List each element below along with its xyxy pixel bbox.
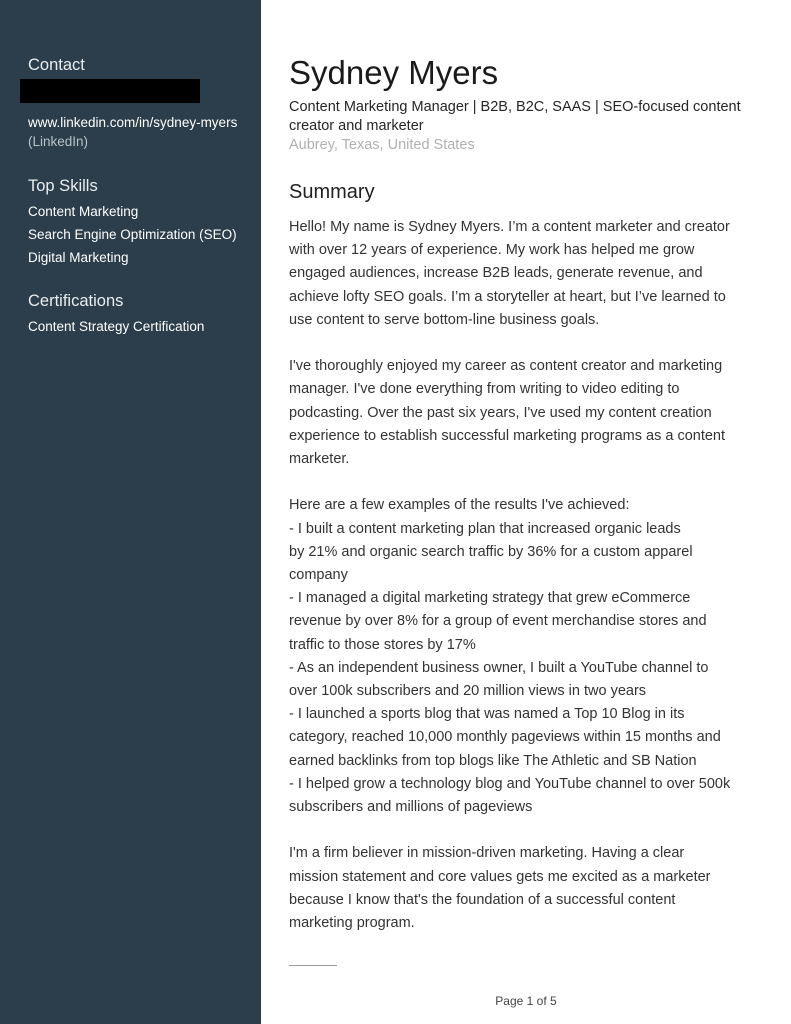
top-skills-section: Top Skills Content Marketing Search Engi… — [28, 176, 251, 269]
summary-line: marketing program. — [289, 915, 415, 932]
summary-line: traffic to those stores by 17% — [289, 636, 476, 653]
summary-line: category, reached 10,000 monthly pagevie… — [289, 729, 721, 746]
summary-paragraph: Hello! My name is Sydney Myers. I’m a co… — [289, 216, 779, 332]
summary-line: - I managed a digital marketing strategy… — [289, 590, 691, 607]
skill-item: Digital Marketing — [28, 250, 129, 265]
summary-line: subscribers and millions of pageviews — [289, 799, 533, 816]
summary-line: achieve lofty SEO goals. I’m a storytell… — [289, 288, 726, 305]
certifications-section: Certifications Content Strategy Certific… — [28, 291, 251, 338]
sidebar: Contact www.linkedin.com/in/sydney-myers… — [0, 0, 261, 1024]
section-divider — [289, 965, 337, 966]
contact-heading: Contact — [28, 56, 85, 74]
summary-line: Hello! My name is Sydney Myers. I’m a co… — [289, 219, 730, 235]
summary-line: marketer. — [289, 451, 350, 468]
summary-paragraph: I'm a firm believer in mission-driven ma… — [289, 842, 779, 935]
skill-item: Search Engine Optimization (SEO) — [28, 227, 237, 242]
summary-line: revenue by over 8% for a group of event … — [289, 613, 707, 630]
summary-paragraph: Here are a few examples of the results I… — [289, 494, 779, 819]
summary-paragraph: I've thoroughly enjoyed my career as con… — [289, 355, 779, 471]
location: Aubrey, Texas, United States — [289, 137, 475, 153]
summary-line: Here are a few examples of the results I… — [289, 497, 630, 514]
linkedin-label: (LinkedIn) — [28, 134, 89, 149]
summary-line: I'm a firm believer in mission-driven ma… — [289, 845, 685, 862]
summary-line: earned backlinks from top blogs like The… — [289, 752, 697, 769]
summary-line: - I launched a sports blog that was name… — [289, 706, 685, 723]
summary-line: experience to establish successful marke… — [289, 427, 726, 444]
summary-line: engaged audiences, increase B2B leads, g… — [289, 265, 703, 282]
linkedin-block: www.linkedin.com/in/sydney-myers (Linked… — [28, 113, 251, 151]
top-skills-heading: Top Skills — [28, 177, 98, 195]
headline: Content Marketing Manager | B2B, B2C, SA… — [289, 99, 741, 134]
summary-line: podcasting. Over the past six years, I'v… — [289, 404, 712, 421]
summary-body: Hello! My name is Sydney Myers. I’m a co… — [289, 216, 779, 958]
page-number: Page 1 of 5 — [495, 994, 557, 1008]
certifications-heading: Certifications — [28, 292, 124, 310]
linkedin-link[interactable]: www.linkedin.com/in/sydney-myers — [28, 113, 251, 132]
contact-section: Contact — [28, 55, 251, 75]
certification-item: Content Strategy Certification — [28, 319, 205, 334]
redacted-contact-info — [20, 79, 200, 103]
summary-line: - I helped grow a technology blog and Yo… — [289, 775, 731, 792]
summary-line: use content to serve bottom-line busines… — [289, 311, 600, 328]
summary-line: manager. I've done everything from writi… — [289, 381, 680, 398]
summary-line: by 21% and organic search traffic by 36%… — [289, 543, 693, 560]
summary-heading: Summary — [289, 181, 375, 203]
skill-item: Content Marketing — [28, 204, 139, 219]
summary-line: - As an independent business owner, I bu… — [289, 659, 709, 676]
candidate-name: Sydney Myers — [289, 54, 499, 91]
summary-line: - I built a content marketing plan that … — [289, 520, 681, 537]
summary-line: with over 12 years of experience. My wor… — [289, 242, 695, 259]
summary-line: because I know that's the foundation of … — [289, 891, 676, 908]
summary-line: company — [289, 567, 348, 584]
summary-line: over 100k subscribers and 20 million vie… — [289, 683, 647, 700]
summary-line: mission statement and core values gets m… — [289, 868, 711, 885]
summary-line: I've thoroughly enjoyed my career as con… — [289, 358, 723, 375]
